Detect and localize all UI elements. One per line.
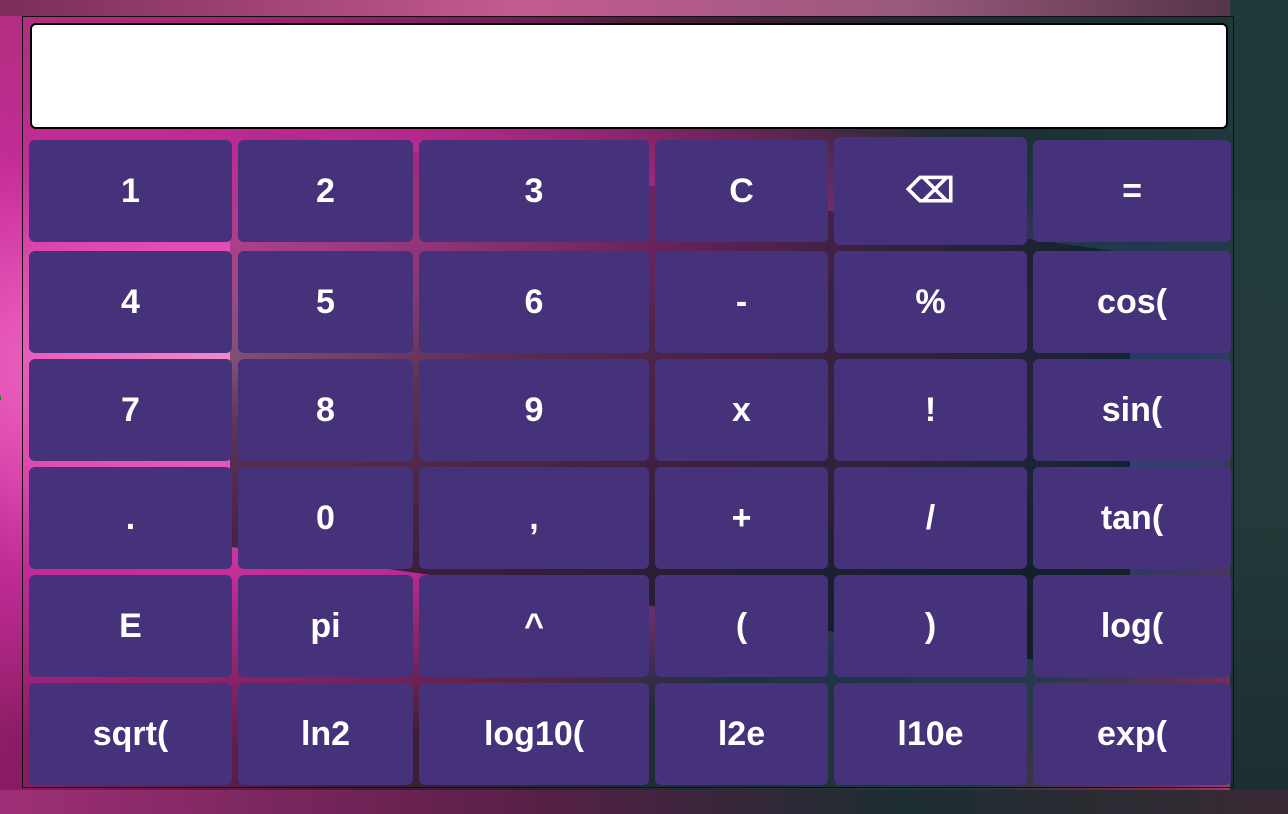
calculator-display[interactable]	[30, 23, 1228, 129]
background-top-band	[0, 0, 1288, 16]
calculator: 1 2 3 C ⌫ = 4 5 6-% cos(7 8 9 x! sin(. 0, + / tan(Epi ^() l…	[22, 16, 1234, 788]
percent-button[interactable]: %	[834, 251, 1027, 353]
ln2-button[interactable]: ln2	[238, 683, 413, 785]
sin-button[interactable]: sin(	[1033, 359, 1231, 461]
plus-button[interactable]: +	[655, 467, 828, 569]
key-0[interactable]: 0	[238, 467, 413, 569]
key-3[interactable]: 3	[419, 140, 649, 242]
key-6[interactable]: 6	[419, 251, 649, 353]
key-2[interactable]: 2	[238, 140, 413, 242]
key-8[interactable]: 8	[238, 359, 413, 461]
key-1[interactable]: 1	[29, 140, 232, 242]
pi-button[interactable]: pi	[238, 575, 413, 677]
tan-button[interactable]: tan(	[1033, 467, 1231, 569]
log10-button[interactable]: log10(	[419, 683, 649, 785]
backspace-button[interactable]: ⌫	[834, 137, 1027, 245]
equals-button[interactable]: =	[1033, 140, 1231, 242]
multiply-button[interactable]: x	[655, 359, 828, 461]
l10e-button[interactable]: l10e	[834, 683, 1027, 785]
sqrt-button[interactable]: sqrt(	[29, 683, 232, 785]
l2e-button[interactable]: l2e	[655, 683, 828, 785]
key-5[interactable]: 5	[238, 251, 413, 353]
decimal-button[interactable]: .	[29, 467, 232, 569]
power-button[interactable]: ^	[419, 575, 649, 677]
comma-button[interactable]: ,	[419, 467, 649, 569]
e-constant-button[interactable]: E	[29, 575, 232, 677]
background-right-panel	[1230, 0, 1288, 814]
factorial-button[interactable]: !	[834, 359, 1027, 461]
key-9[interactable]: 9	[419, 359, 649, 461]
close-paren-button[interactable]: )	[834, 575, 1027, 677]
cos-button[interactable]: cos(	[1033, 251, 1231, 353]
background-bottom-band	[0, 790, 1288, 814]
page-title-fragment: r	[0, 384, 2, 424]
exp-button[interactable]: exp(	[1033, 683, 1231, 785]
key-4[interactable]: 4	[29, 251, 232, 353]
clear-button[interactable]: C	[655, 140, 828, 242]
minus-button[interactable]: -	[655, 251, 828, 353]
open-paren-button[interactable]: (	[655, 575, 828, 677]
key-7[interactable]: 7	[29, 359, 232, 461]
log-button[interactable]: log(	[1033, 575, 1231, 677]
divide-button[interactable]: /	[834, 467, 1027, 569]
